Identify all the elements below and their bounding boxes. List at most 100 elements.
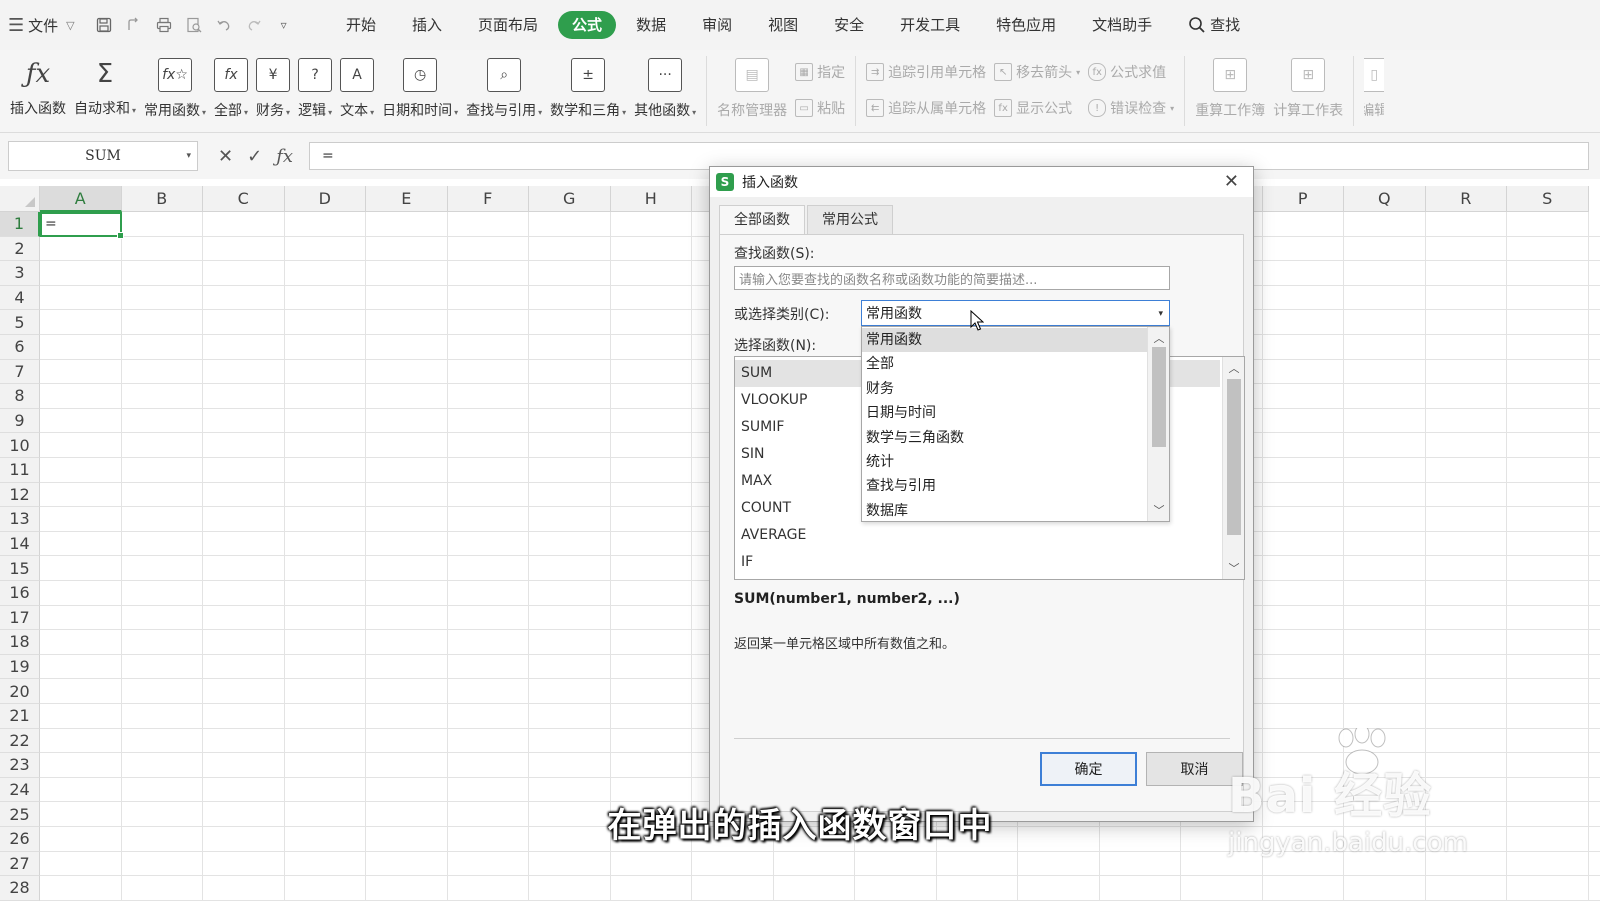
category-dropdown-scrollbar[interactable]: ︿ ﹀ — [1147, 327, 1169, 521]
category-option[interactable]: 财务 — [862, 377, 1148, 401]
close-icon[interactable]: ✕ — [1224, 171, 1239, 192]
function-item[interactable]: AVERAGE — [735, 522, 1220, 549]
row-header[interactable]: 3 — [0, 261, 40, 286]
tab-common-formulas[interactable]: 常用公式 — [807, 205, 893, 234]
save-icon[interactable] — [89, 10, 119, 40]
insert-function-fx-icon[interactable]: ƒx — [276, 146, 293, 167]
tab-page-layout[interactable]: 页面布局 — [462, 11, 554, 39]
tab-security[interactable]: 安全 — [818, 11, 880, 39]
category-option[interactable]: 全部 — [862, 352, 1148, 376]
search-function-input[interactable]: 请输入您要查找的函数名称或函数功能的简要描述... — [734, 266, 1170, 290]
row-header[interactable]: 7 — [0, 359, 40, 385]
scroll-up-icon[interactable]: ︿ — [1223, 359, 1245, 377]
category-dropdown-list[interactable]: 常用函数 全部 财务 日期与时间 数学与三角函数 统计 查找与引用 数据库 ︿ … — [861, 326, 1170, 522]
row-header[interactable]: 19 — [0, 654, 40, 680]
paste-button[interactable]: ▭ 粘贴 — [795, 94, 845, 122]
category-option[interactable]: 数学与三角函数 — [862, 426, 1148, 450]
output-icon[interactable] — [119, 10, 149, 40]
logic-button[interactable]: ? 逻辑 ▾ — [298, 50, 332, 120]
row-header[interactable]: 15 — [0, 556, 40, 581]
column-header[interactable]: D — [284, 186, 366, 212]
ok-button[interactable]: 确定 — [1040, 752, 1137, 786]
column-header[interactable]: A — [40, 186, 122, 212]
tab-formulas[interactable]: 公式 — [558, 11, 617, 39]
search-button[interactable]: 查找 — [1172, 11, 1256, 39]
row-header[interactable]: 2 — [0, 236, 40, 262]
row-header[interactable]: 22 — [0, 728, 40, 754]
file-menu[interactable]: ☰ 文件 ▽ — [8, 15, 75, 36]
edit-button[interactable]: ▯ 编辑 — [1364, 50, 1385, 120]
name-box[interactable]: SUM ▾ — [8, 141, 198, 171]
active-cell-a1[interactable]: = — [40, 212, 124, 239]
lookup-button[interactable]: ⌕ 查找与引用 ▾ — [466, 50, 542, 120]
column-header[interactable]: G — [529, 186, 611, 212]
autosum-button[interactable]: Σ 自动求和 ▾ — [74, 50, 136, 118]
row-header[interactable]: 17 — [0, 605, 40, 631]
column-header[interactable]: P — [1262, 186, 1344, 212]
text-button[interactable]: A 文本 ▾ — [340, 50, 374, 120]
recalc-workbook-button[interactable]: ⊞ 重算工作簿 — [1195, 50, 1265, 120]
specify-button[interactable]: ▦ 指定 — [795, 58, 845, 86]
trace-dependents-button[interactable]: ⇇ 追踪从属单元格 — [866, 94, 986, 122]
calc-sheet-button[interactable]: ⊞ 计算工作表 — [1273, 50, 1343, 120]
print-icon[interactable] — [149, 10, 179, 40]
row-header[interactable]: 18 — [0, 630, 40, 655]
column-header[interactable]: Q — [1344, 186, 1426, 212]
row-header[interactable]: 10 — [0, 433, 40, 458]
scroll-down-icon[interactable]: ﹀ — [1223, 559, 1245, 577]
remove-arrows-button[interactable]: ↖ 移去箭头 ▾ — [994, 58, 1080, 86]
row-header[interactable]: 27 — [0, 851, 40, 877]
row-header[interactable]: 20 — [0, 679, 40, 704]
row-header[interactable]: 28 — [0, 876, 40, 901]
row-header[interactable]: 12 — [0, 482, 40, 508]
datetime-button[interactable]: ◷ 日期和时间 ▾ — [382, 50, 458, 120]
finance-button[interactable]: ¥ 财务 ▾ — [256, 50, 290, 120]
tab-developer[interactable]: 开发工具 — [884, 11, 976, 39]
customize-dropdown-icon[interactable]: ▿ — [269, 10, 299, 40]
tab-home[interactable]: 开始 — [330, 11, 392, 39]
cancel-formula-icon[interactable]: ✕ — [218, 146, 233, 167]
tab-all-functions[interactable]: 全部函数 — [719, 205, 805, 234]
scroll-down-icon[interactable]: ﹀ — [1148, 501, 1170, 519]
category-select[interactable]: 常用函数 ▾ — [861, 300, 1170, 326]
all-functions-button[interactable]: fx 全部 ▾ — [214, 50, 248, 120]
print-preview-icon[interactable] — [179, 10, 209, 40]
common-functions-button[interactable]: fx☆ 常用函数 ▾ — [144, 50, 206, 120]
category-option[interactable]: 常用函数 — [862, 328, 1148, 353]
row-header[interactable]: 4 — [0, 285, 40, 311]
row-header[interactable]: 23 — [0, 753, 40, 778]
error-check-button[interactable]: ! 错误检查 ▾ — [1088, 94, 1174, 122]
row-header[interactable]: 8 — [0, 384, 40, 409]
column-header[interactable]: C — [203, 186, 285, 212]
tab-special-apps[interactable]: 特色应用 — [980, 11, 1072, 39]
other-functions-button[interactable]: ··· 其他函数 ▾ — [634, 50, 696, 120]
category-option[interactable]: 日期与时间 — [862, 401, 1148, 425]
column-header[interactable]: S — [1507, 186, 1589, 212]
category-option[interactable]: 统计 — [862, 450, 1148, 474]
trace-precedents-button[interactable]: ⇉ 追踪引用单元格 — [866, 58, 986, 86]
scrollbar-thumb[interactable] — [1227, 379, 1241, 535]
scroll-up-icon[interactable]: ︿ — [1148, 329, 1170, 347]
confirm-formula-icon[interactable]: ✓ — [247, 146, 262, 167]
evaluate-formula-button[interactable]: fx 公式求值 — [1088, 58, 1174, 86]
show-formulas-button[interactable]: fx 显示公式 — [994, 94, 1080, 122]
column-header[interactable]: F — [447, 186, 529, 212]
select-all-corner[interactable] — [0, 186, 40, 212]
category-option[interactable]: 查找与引用 — [862, 474, 1148, 498]
row-header[interactable]: 9 — [0, 408, 40, 434]
tab-review[interactable]: 审阅 — [686, 11, 748, 39]
column-header[interactable]: E — [366, 186, 448, 212]
row-header[interactable]: 13 — [0, 507, 40, 532]
function-list-scrollbar[interactable]: ︿ ﹀ — [1222, 357, 1244, 579]
category-option[interactable]: 数据库 — [862, 499, 1148, 523]
scrollbar-thumb[interactable] — [1152, 347, 1166, 447]
column-header[interactable]: B — [121, 186, 203, 212]
row-header[interactable]: 14 — [0, 531, 40, 557]
name-manager-button[interactable]: ▤ 名称管理器 — [717, 50, 787, 120]
redo-icon[interactable] — [239, 10, 269, 40]
row-header[interactable]: 5 — [0, 310, 40, 335]
math-button[interactable]: ± 数学和三角 ▾ — [550, 50, 626, 120]
tab-view[interactable]: 视图 — [752, 11, 814, 39]
undo-icon[interactable] — [209, 10, 239, 40]
insert-function-button[interactable]: ƒx 插入函数 — [10, 50, 66, 118]
